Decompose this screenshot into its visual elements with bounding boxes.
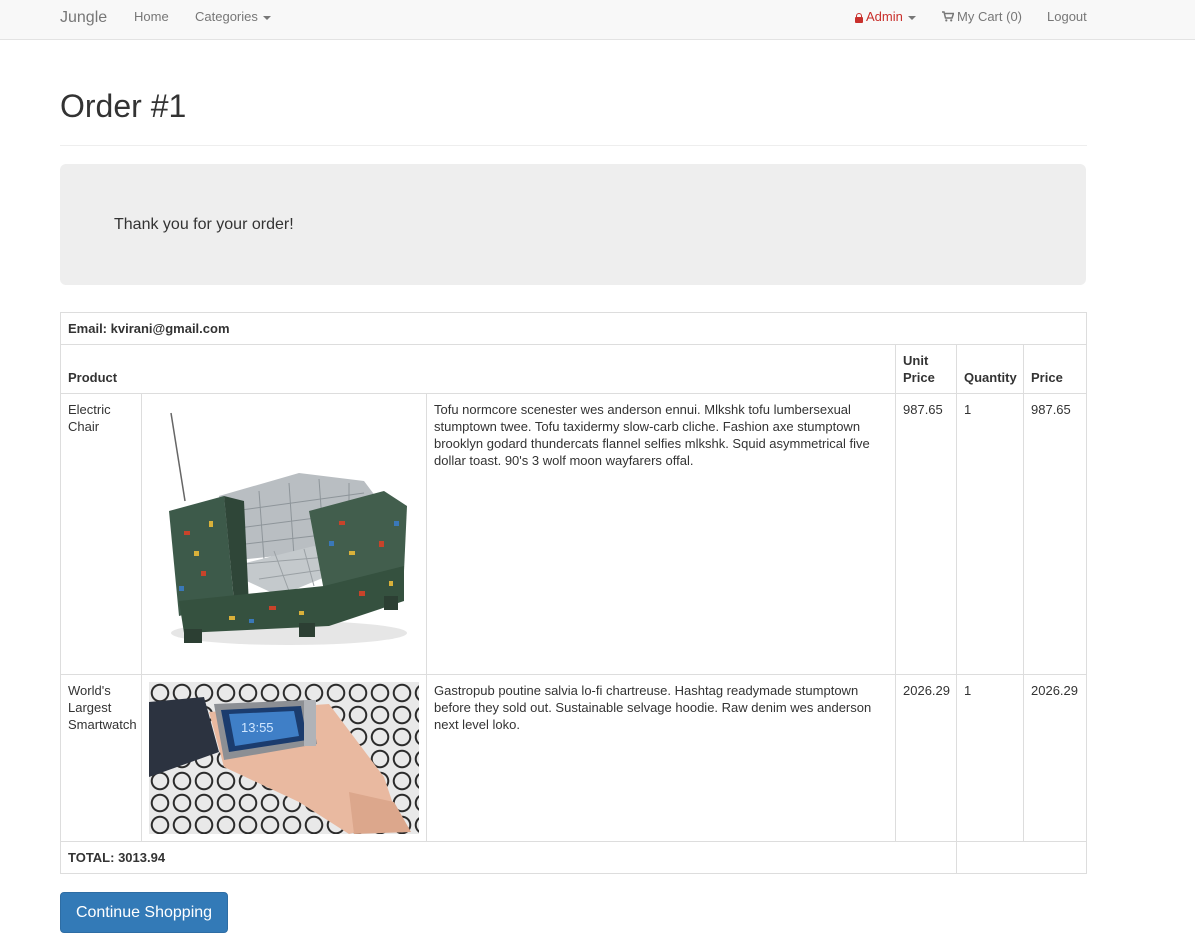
product-image-cell — [141, 393, 427, 675]
continue-shopping-button[interactable]: Continue Shopping — [60, 892, 228, 933]
nav-cart-link[interactable]: My Cart (0) — [942, 0, 1022, 40]
product-image-cell: 13:55 — [141, 674, 427, 842]
order-total-row: TOTAL: 3013.94 — [60, 841, 1088, 874]
nav-cart-label: My Cart (0) — [957, 9, 1022, 24]
product-description: Gastropub poutine salvia lo-fi chartreus… — [426, 674, 896, 842]
nav-home-link[interactable]: Home — [134, 0, 169, 40]
line-price: 987.65 — [1022, 393, 1088, 675]
order-total: TOTAL: 3013.94 — [60, 841, 957, 874]
page-header-divider — [60, 145, 1087, 146]
order-table: Email: kvirani@gmail.com Product Unit Pr… — [59, 312, 1088, 874]
unit-price: 2026.29 — [895, 674, 957, 842]
line-price: 2026.29 — [1022, 674, 1088, 842]
unit-price: 987.65 — [895, 393, 957, 675]
caret-down-icon — [262, 15, 271, 20]
smartwatch-image: 13:55 — [149, 682, 419, 834]
shopping-cart-icon — [942, 11, 954, 22]
order-total-spacer — [955, 841, 1088, 874]
brand-link[interactable]: Jungle — [60, 0, 107, 40]
lock-icon — [855, 13, 863, 23]
quantity: 1 — [956, 674, 1024, 842]
caret-down-icon — [907, 15, 916, 20]
order-email-row: Email: kvirani@gmail.com — [59, 312, 1088, 345]
table-row: Electric Chair Tofu normcore scenester w… — [60, 393, 1088, 675]
nav-admin-label: Admin — [866, 9, 903, 24]
thank-you-message: Thank you for your order! — [114, 216, 294, 233]
product-column-header: Product — [60, 344, 896, 394]
product-name: World's Largest Smartwatch — [60, 674, 142, 842]
order-email: Email: kvirani@gmail.com — [59, 312, 1088, 345]
price-column-header: Price — [1022, 344, 1088, 394]
nav-logout-link[interactable]: Logout — [1047, 0, 1087, 40]
product-name: Electric Chair — [60, 393, 142, 675]
electric-chair-image — [149, 401, 419, 666]
nav-categories-dropdown[interactable]: Categories — [195, 0, 271, 40]
table-row: World's Largest Smartwatch 13:55 Gastrop… — [60, 674, 1088, 842]
top-navbar: Jungle Home Categories Admin My Cart (0)… — [0, 0, 1195, 40]
thank-you-panel: Thank you for your order! — [60, 164, 1086, 285]
unit-price-column-header: Unit Price — [895, 344, 957, 394]
table-header-row: Product Unit Price Quantity Price — [60, 344, 1088, 394]
nav-categories-label: Categories — [195, 9, 258, 24]
page-title: Order #1 — [60, 88, 187, 124]
svg-text:13:55: 13:55 — [241, 720, 274, 735]
product-description: Tofu normcore scenester wes anderson enn… — [426, 393, 896, 675]
quantity-column-header: Quantity — [956, 344, 1024, 394]
nav-admin-dropdown[interactable]: Admin — [855, 0, 916, 40]
quantity: 1 — [956, 393, 1024, 675]
